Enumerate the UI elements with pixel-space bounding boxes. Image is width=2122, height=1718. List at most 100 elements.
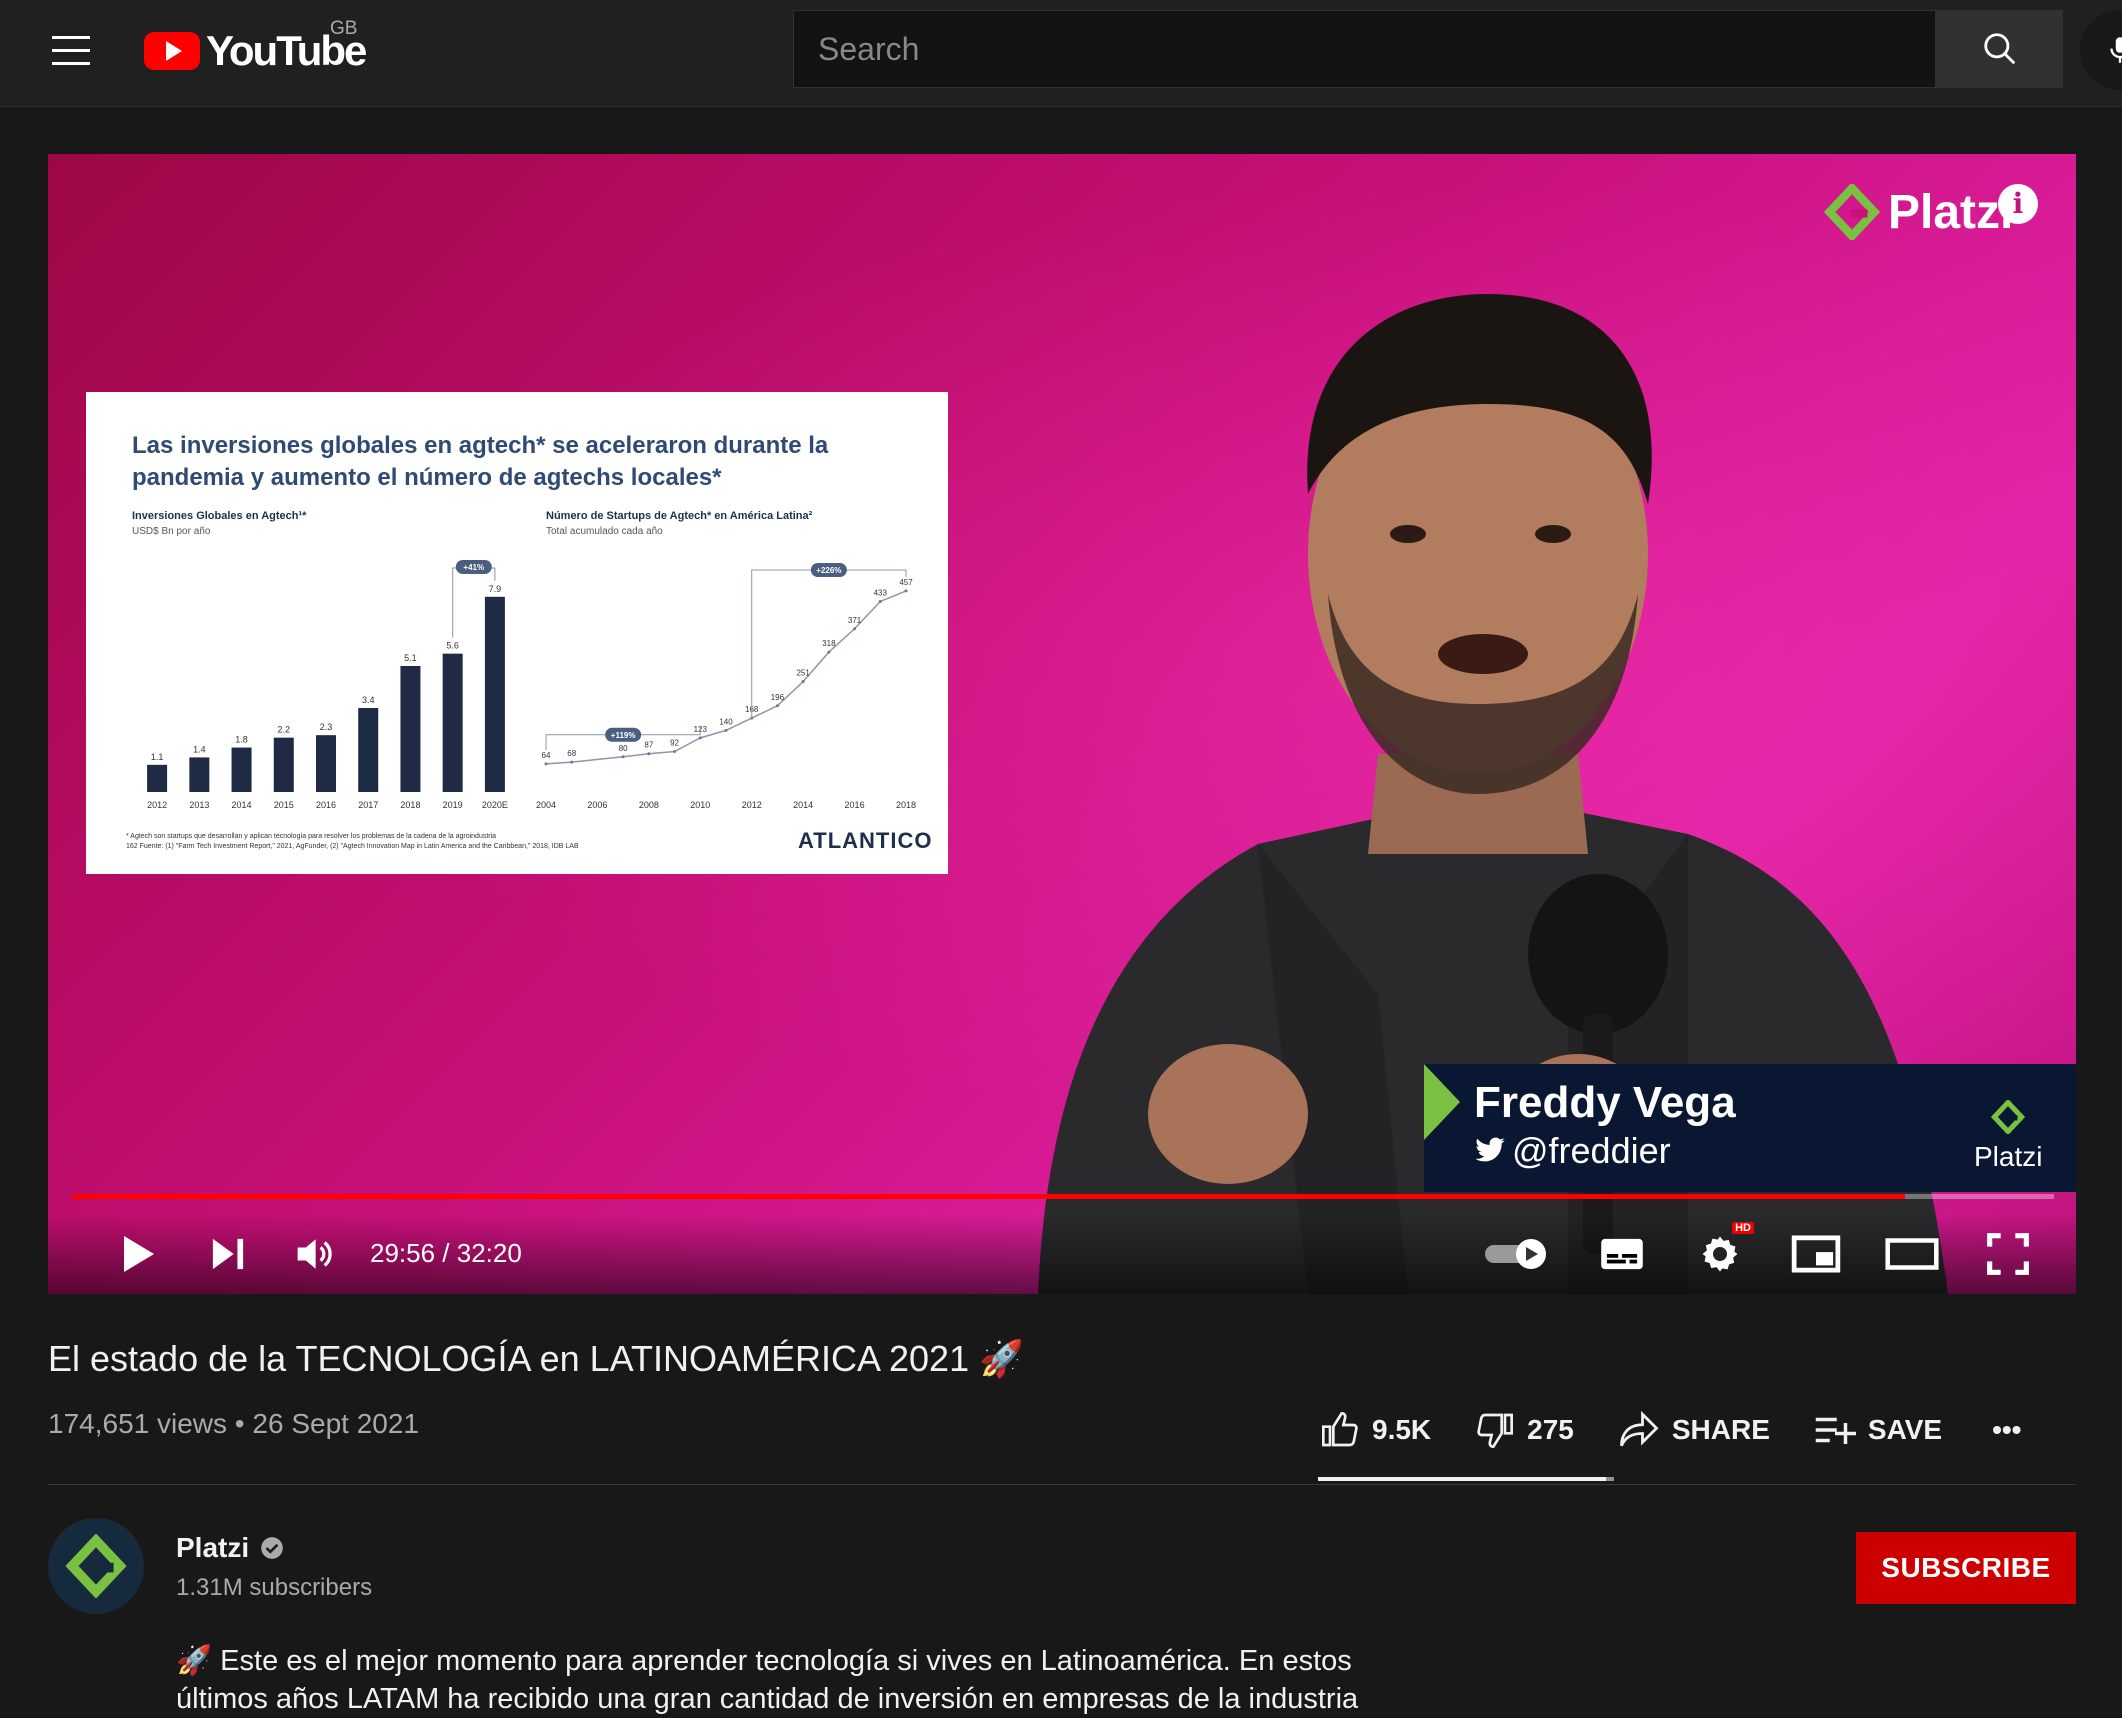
point-value-label: 68 [567,749,576,758]
bar [442,653,463,792]
footnote-definition: * Agtech son startups que desarrollan y … [126,833,497,840]
share-label: SHARE [1671,1414,1770,1445]
view-count: 174,651 views [48,1408,228,1439]
bar [400,666,421,792]
bar-value-label: 2.2 [278,725,291,735]
point-value-label: 80 [619,744,628,753]
bar-value-label: 5.1 [404,653,417,663]
x-tick-label: 2018 [896,800,916,810]
atlantico-logo: ATLANTICO [798,828,933,853]
platzi-logo-icon [1824,184,1880,240]
thumbs-down-icon [1477,1413,1514,1449]
point-value-label: 196 [771,693,785,702]
presenter-handle-text: @freddier [1512,1130,1671,1171]
like-count: 9.5K [1372,1414,1432,1445]
autoplay-toggle-icon [1485,1239,1546,1269]
video-description[interactable]: 🚀 Este es el mejor momento para aprender… [176,1642,1396,1718]
playlist-add-icon [1815,1417,1856,1444]
footnote-source: 162 Fuente: (1) "Farm Tech Investment Re… [126,842,726,852]
bar-value-label: 5.6 [446,641,459,651]
masthead: YouTube GB Search [0,0,2122,107]
video-player[interactable]: Las inversiones globales en agtech* se a… [48,154,2076,1294]
fullscreen-icon [1987,1233,2029,1275]
subtitles-button[interactable] [1594,1224,1650,1284]
video-meta: 174,651 views • 26 Sept 2021 [48,1408,419,1440]
bar [147,764,168,792]
upload-date: 26 Sept 2021 [252,1408,419,1439]
x-tick-label: 2012 [742,800,762,810]
description-line-1: 🚀 Este es el mejor momento para aprender… [176,1645,1352,1677]
x-tick-label: 2016 [316,800,336,810]
mute-button[interactable] [284,1224,344,1284]
x-tick-label: 2018 [400,800,420,810]
volume-icon [297,1239,332,1269]
bar-value-label: 7.9 [489,584,502,594]
hd-badge: HD [1732,1222,1754,1234]
x-tick-label: 2016 [845,800,865,810]
x-tick-label: 2012 [147,800,167,810]
voice-search-button[interactable] [2080,10,2122,90]
search-button[interactable] [1936,10,2063,88]
channel-name-text: Platzi [176,1532,250,1563]
share-button[interactable]: SHARE [1618,1410,1770,1450]
more-actions-button[interactable]: ••• [1992,1414,2021,1446]
startups-line-chart: 64 6880 87 92123140168196251318371433457200… [536,563,916,810]
video-actions: 9.5K 275 SHARE SAVE ••• [1320,1400,2021,1460]
like-button[interactable]: 9.5K [1320,1410,1431,1450]
video-title: El estado de la TECNOLOGÍA en LATINOAMÉR… [48,1338,1024,1379]
growth-annotation: +41% [463,563,484,572]
point-value-label: 92 [670,739,679,748]
section-divider [48,1484,2076,1485]
x-tick-label: 2010 [690,800,710,810]
save-button[interactable]: SAVE [1814,1412,1942,1448]
x-tick-label: 2013 [189,800,209,810]
platzi-small-icon [1991,1098,2026,1136]
fullscreen-button[interactable] [1978,1224,2038,1284]
footnote-source-text: Fuente: (1) "Farm Tech Investment Report… [139,843,579,850]
x-tick-label: 2008 [639,800,659,810]
page-number: 162 [126,843,138,850]
info-card-icon[interactable]: i [1998,184,2038,224]
slide-title: Las inversiones globales en agtech* se a… [132,432,829,491]
platzi-watermark-text: Platzi [1888,185,2014,239]
bar [316,735,336,792]
miniplayer-button[interactable] [1786,1224,1846,1284]
theater-mode-button[interactable] [1880,1224,1944,1284]
play-icon [124,1236,154,1272]
slide-footnote: * Agtech son startups que desarrollan y … [126,832,726,852]
subscriber-count: 1.31M subscribers [176,1574,373,1601]
settings-button[interactable]: HD [1692,1222,1754,1284]
bar-value-label: 1.1 [151,752,164,762]
like-ratio-fill [1318,1477,1606,1481]
microphone-icon [2110,37,2122,63]
player-controls: 29:56 / 32:20 HD [48,1214,2076,1294]
autoplay-toggle[interactable] [1480,1224,1554,1284]
menu-icon[interactable] [52,36,90,66]
subscribe-button[interactable]: SUBSCRIBE [1856,1532,2076,1604]
data-point [673,750,677,754]
bar-value-label: 1.8 [235,735,248,745]
verified-badge-icon [261,1537,283,1559]
next-button[interactable] [198,1224,258,1284]
platzi-watermark: Platzi [1824,184,2013,240]
channel-avatar[interactable] [48,1518,144,1614]
share-icon [1619,1410,1659,1447]
point-value-label: 140 [719,717,733,726]
search-input[interactable]: Search [793,10,1936,88]
dislike-button[interactable]: 275 [1475,1410,1574,1450]
data-point [621,755,625,759]
channel-name[interactable]: Platzi [176,1532,285,1564]
x-tick-label: 2017 [358,800,378,810]
progress-bar[interactable] [72,1194,2054,1199]
growth-annotation: +119% [611,731,636,740]
lower-third-arrow [1424,1064,1460,1140]
left-chart-subtitle: USD$ Bn por año [132,526,211,537]
meta-separator: • [234,1408,253,1439]
x-tick-label: 2014 [232,800,252,810]
bar [358,708,379,792]
play-button[interactable] [108,1224,168,1284]
time-display: 29:56 / 32:20 [370,1238,522,1268]
lower-third-logo: Platzi [1974,1098,2042,1173]
point-value-label: 64 [542,751,551,760]
save-label: SAVE [1867,1414,1943,1445]
